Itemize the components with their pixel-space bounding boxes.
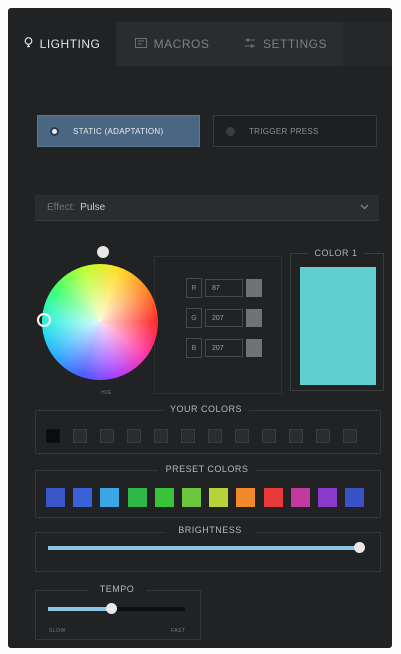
preset-color-swatch[interactable] xyxy=(100,488,119,507)
lighting-panel: LIGHTING MACROS SETTINGS STATIC (ADAPTAT… xyxy=(8,8,392,648)
tab-bar: LIGHTING MACROS SETTINGS xyxy=(8,8,392,66)
tab-macros-label: MACROS xyxy=(153,37,210,51)
static-mode-button[interactable]: STATIC (ADAPTATION) xyxy=(37,115,200,147)
rgb-input-blue[interactable]: 207 xyxy=(205,339,243,357)
tempo-min-label: SLOW xyxy=(49,628,66,634)
lightbulb-icon xyxy=(24,36,33,52)
effect-label: Effect: xyxy=(47,202,76,213)
effect-select[interactable]: Effect: Pulse xyxy=(35,195,379,221)
rgb-stepper-red[interactable] xyxy=(246,279,262,297)
wheel-caption: HUE xyxy=(101,390,112,396)
rgb-key-green: G xyxy=(186,308,202,328)
preset-color-swatch[interactable] xyxy=(291,488,310,507)
brightness-slider[interactable] xyxy=(48,542,365,553)
rgb-stepper-blue[interactable] xyxy=(246,339,262,357)
your-color-slot[interactable] xyxy=(343,429,357,443)
rgb-key-red: R xyxy=(186,278,202,298)
tab-settings[interactable]: SETTINGS xyxy=(228,22,343,66)
preset-colors-title: PRESET COLORS xyxy=(158,464,256,474)
your-color-slot[interactable] xyxy=(73,429,87,443)
rgb-row-green: G 207 xyxy=(186,308,262,328)
preset-color-swatch[interactable] xyxy=(46,488,65,507)
settings-icon xyxy=(244,37,256,52)
tab-lighting[interactable]: LIGHTING xyxy=(8,22,116,66)
color-wheel[interactable] xyxy=(42,264,158,380)
preset-color-swatch[interactable] xyxy=(345,488,364,507)
tempo-title: TEMPO xyxy=(88,584,146,594)
static-mode-label: STATIC (ADAPTATION) xyxy=(73,126,164,136)
preset-color-swatch[interactable] xyxy=(264,488,283,507)
rgb-row-red: R 87 xyxy=(186,278,262,298)
preset-color-swatch[interactable] xyxy=(209,488,228,507)
your-color-slot[interactable] xyxy=(100,429,114,443)
preset-color-swatch[interactable] xyxy=(236,488,255,507)
radio-selected-icon xyxy=(50,126,59,136)
trigger-press-button[interactable]: TRIGGER PRESS xyxy=(213,115,377,147)
your-color-slot[interactable] xyxy=(235,429,249,443)
radio-unselected-icon xyxy=(226,126,235,136)
rgb-stepper-green[interactable] xyxy=(246,309,262,327)
trigger-press-label: TRIGGER PRESS xyxy=(249,126,319,136)
brightness-thumb[interactable] xyxy=(354,542,365,553)
your-color-slot[interactable] xyxy=(181,429,195,443)
tab-macros[interactable]: MACROS xyxy=(116,22,228,66)
tab-lighting-label: LIGHTING xyxy=(39,37,101,51)
brightness-box xyxy=(35,532,381,572)
tab-settings-label: SETTINGS xyxy=(262,37,327,51)
tab-bar-filler xyxy=(343,22,392,66)
rgb-input-green[interactable]: 207 xyxy=(205,309,243,327)
effect-value: Pulse xyxy=(80,202,106,213)
preset-color-swatch[interactable] xyxy=(318,488,337,507)
your-color-slot[interactable] xyxy=(316,429,330,443)
your-colors-title: YOUR COLORS xyxy=(163,404,249,414)
your-color-slot[interactable] xyxy=(208,429,222,443)
brightness-fill xyxy=(48,546,360,550)
tempo-thumb[interactable] xyxy=(106,603,117,614)
your-color-slot[interactable] xyxy=(262,429,276,443)
color-picker-handle[interactable] xyxy=(37,313,51,327)
rgb-row-blue: B 207 xyxy=(186,338,262,358)
rgb-input-red[interactable]: 87 xyxy=(205,279,243,297)
your-color-slot[interactable] xyxy=(154,429,168,443)
preset-color-swatch[interactable] xyxy=(155,488,174,507)
chevron-down-icon xyxy=(360,202,369,212)
tempo-slider[interactable] xyxy=(48,603,185,614)
your-color-slot[interactable] xyxy=(46,429,60,443)
tempo-max-label: FAST xyxy=(171,628,186,634)
macro-icon xyxy=(134,37,147,51)
your-color-slot[interactable] xyxy=(127,429,141,443)
preset-color-swatch[interactable] xyxy=(182,488,201,507)
tempo-fill xyxy=(48,607,112,611)
color-wheel-area: HUE xyxy=(34,246,172,398)
color1-swatch[interactable] xyxy=(300,267,376,385)
rgb-key-blue: B xyxy=(186,338,202,358)
preset-color-swatch[interactable] xyxy=(128,488,147,507)
brightness-handle[interactable] xyxy=(97,246,109,258)
brightness-title: BRIGHTNESS xyxy=(165,525,255,535)
preset-color-swatch[interactable] xyxy=(73,488,92,507)
your-color-slot[interactable] xyxy=(289,429,303,443)
color1-title: COLOR 1 xyxy=(308,248,364,258)
